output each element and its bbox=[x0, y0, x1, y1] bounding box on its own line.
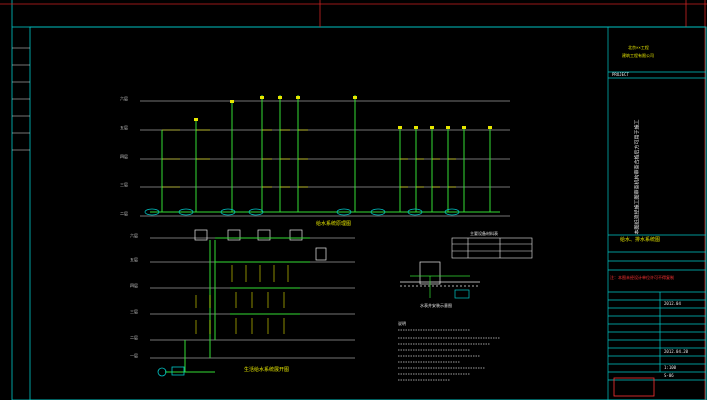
lower-floor-lines bbox=[150, 237, 355, 359]
upper-branches bbox=[162, 129, 456, 188]
company-name-line2: 建筑工程有限公司 bbox=[622, 53, 654, 58]
level-label-5: 二层 bbox=[120, 211, 128, 216]
cad-drawing-canvas[interactable] bbox=[0, 0, 707, 400]
upper-risers bbox=[150, 95, 500, 213]
approval-stamp bbox=[613, 377, 655, 397]
legend-title: 主要设备材料表 bbox=[470, 231, 498, 236]
plan2-title: 生活给水系统展开图 bbox=[244, 367, 290, 373]
notes-lines bbox=[398, 329, 500, 381]
plan1-title: 给水系统原理图 bbox=[316, 221, 352, 227]
sheet-frame bbox=[11, 0, 707, 400]
notes-title: 说明 bbox=[398, 321, 406, 326]
project-label: PROJECT bbox=[612, 72, 629, 77]
title-block bbox=[607, 26, 707, 400]
lower-level-label-2: 五层 bbox=[130, 257, 138, 262]
lower-level-label-5: 二层 bbox=[130, 335, 138, 340]
company-name-line1: 北京××工程 bbox=[628, 45, 649, 50]
lower-level-label-3: 四层 bbox=[130, 283, 138, 288]
drawing-title: 给水、排水系统图 bbox=[620, 237, 661, 243]
vertical-note: 本图纸须经施工图审查机构审查合格后方可用于施工 bbox=[634, 119, 641, 235]
lower-level-label-1: 六层 bbox=[130, 233, 138, 238]
warning-text: 注：本图未经设计单位许可不得复制 bbox=[610, 275, 674, 280]
lower-risers bbox=[165, 237, 310, 373]
level-label-2: 五层 bbox=[120, 125, 128, 130]
legend-table bbox=[451, 237, 533, 259]
level-label-1: 六层 bbox=[120, 96, 128, 101]
scale-field: 1:100 bbox=[664, 365, 677, 370]
lower-level-label-6: 一层 bbox=[130, 353, 138, 358]
date-field-1: 2012.04 bbox=[664, 301, 681, 306]
date-field-2: 2012.04.20 bbox=[664, 349, 689, 354]
lower-level-label-4: 三层 bbox=[130, 309, 138, 314]
level-label-3: 四层 bbox=[120, 154, 128, 159]
meter-pit-detail bbox=[400, 261, 480, 299]
level-label-4: 三层 bbox=[120, 182, 128, 187]
binding-strip bbox=[12, 47, 30, 151]
sheet-number: S-06 bbox=[664, 373, 674, 378]
detail-title: 水表井安装示意图 bbox=[420, 303, 452, 308]
